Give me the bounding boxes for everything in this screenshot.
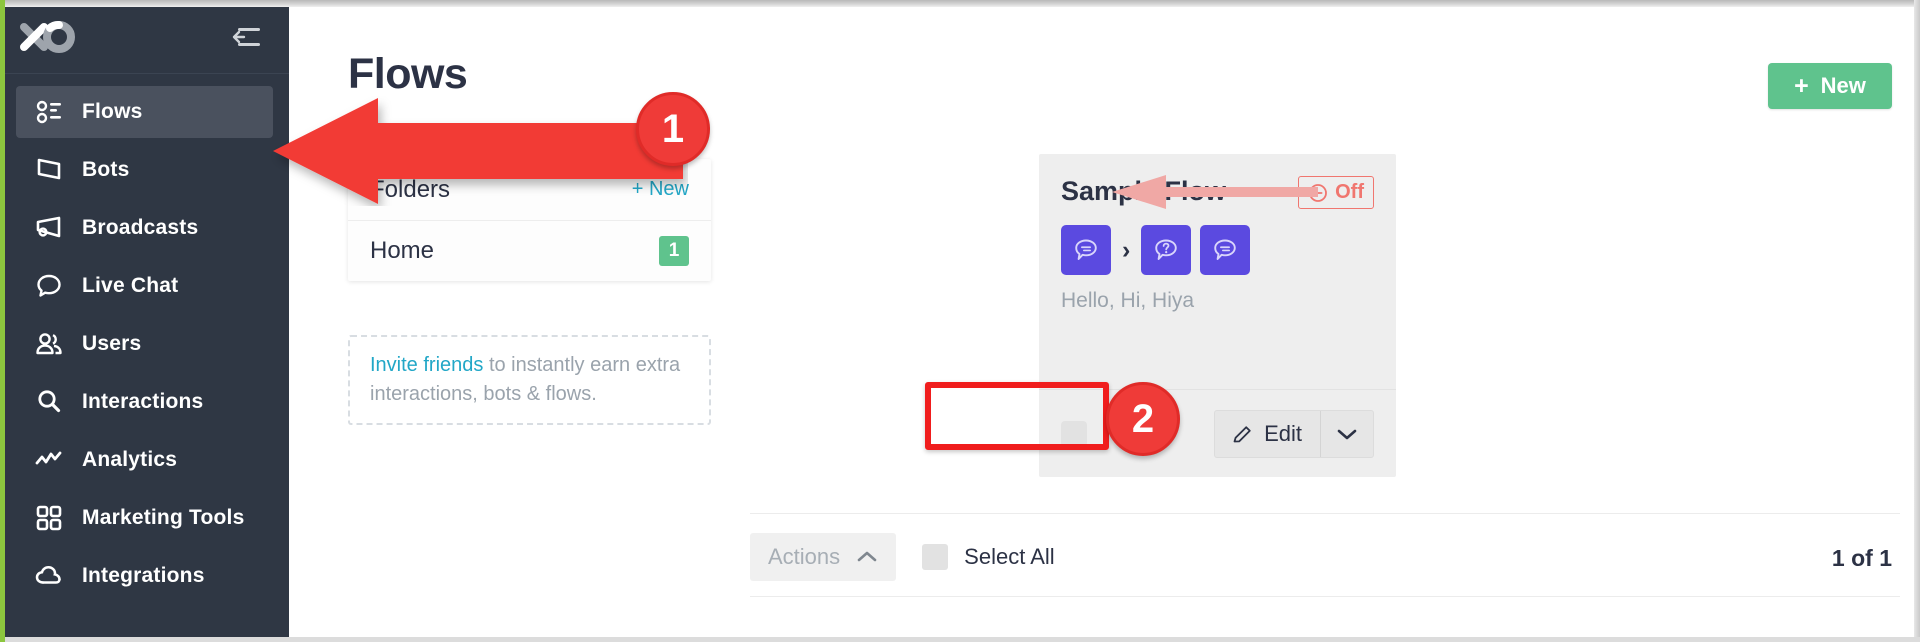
window-top-edge: [0, 0, 1920, 7]
flows-list-icon: [32, 97, 66, 127]
sidebar-item-label: Live Chat: [82, 274, 178, 298]
status-badge-label: Off: [1335, 181, 1364, 204]
sidebar-item-broadcasts[interactable]: Broadcasts: [16, 202, 273, 254]
window-bottom-edge: [0, 637, 1920, 642]
actions-button[interactable]: Actions: [750, 533, 896, 581]
sidebar: Flows Bots Broadcasts: [0, 0, 289, 642]
annotation-badge-1: 1: [636, 92, 710, 166]
flow-title: Sample Flow: [1061, 176, 1226, 207]
flow-card-header: Sample Flow Off: [1039, 154, 1396, 209]
sidebar-item-analytics[interactable]: Analytics: [16, 434, 273, 486]
sidebar-item-flows[interactable]: Flows: [16, 86, 273, 138]
line-chart-icon: [32, 445, 66, 475]
annotation-badge-2: 2: [1106, 382, 1180, 456]
flow-card[interactable]: Sample Flow Off ›: [1039, 154, 1396, 477]
folder-count-badge: 1: [659, 236, 689, 266]
edit-dropdown-button[interactable]: [1321, 411, 1373, 457]
window-left-accent-edge: [0, 0, 5, 642]
sidebar-item-label: Interactions: [82, 390, 203, 414]
sidebar-item-marketing-tools[interactable]: Marketing Tools: [16, 492, 273, 544]
flow-card-footer: Edit: [1039, 389, 1396, 477]
chevron-up-icon: [856, 550, 878, 564]
folder-row-home[interactable]: Home 1: [348, 221, 711, 281]
sidebar-item-integrations[interactable]: Integrations: [16, 550, 273, 602]
sidebar-item-label: Integrations: [82, 564, 205, 588]
annotation-badge-number: 1: [662, 109, 684, 149]
megaphone-icon: [32, 213, 66, 243]
xo-logo-icon[interactable]: [20, 20, 76, 54]
window-right-edge: [1914, 0, 1920, 642]
sidebar-item-label: Broadcasts: [82, 216, 198, 240]
invite-friends-link[interactable]: Invite friends: [370, 354, 483, 376]
flag-icon: [32, 155, 66, 185]
invite-friends-box: Invite friends to instantly earn extra i…: [348, 335, 711, 425]
new-flow-button-label: New: [1821, 73, 1866, 99]
sidebar-item-interactions[interactable]: Interactions: [16, 376, 273, 428]
pencil-icon: [1231, 423, 1253, 445]
message-bubble-icon: [1061, 225, 1111, 275]
folders-heading: Folders: [370, 176, 450, 204]
edit-button-label: Edit: [1264, 421, 1302, 447]
flow-card-checkbox[interactable]: [1061, 421, 1087, 447]
new-folder-link[interactable]: + New: [632, 178, 689, 201]
sidebar-item-label: Users: [82, 332, 141, 356]
annotation-badge-number: 2: [1132, 399, 1154, 439]
sidebar-item-bots[interactable]: Bots: [16, 144, 273, 196]
bottom-divider-bottom: [750, 596, 1900, 597]
bottom-bar: Actions Select All: [750, 530, 1900, 584]
edit-button-group[interactable]: Edit: [1214, 410, 1374, 458]
new-flow-button[interactable]: + New: [1768, 63, 1892, 109]
flow-keywords: Hello, Hi, Hiya: [1039, 275, 1396, 313]
sidebar-nav: Flows Bots Broadcasts: [0, 74, 289, 602]
bottom-divider-top: [750, 513, 1900, 514]
pager-count: 1 of 1: [1832, 545, 1892, 572]
sidebar-item-label: Analytics: [82, 448, 177, 472]
question-bubble-icon: [1141, 225, 1191, 275]
sidebar-item-users[interactable]: Users: [16, 318, 273, 370]
edit-button[interactable]: Edit: [1215, 411, 1321, 457]
plus-icon: +: [1794, 74, 1809, 99]
actions-button-label: Actions: [768, 544, 840, 570]
sidebar-header: [0, 0, 289, 74]
select-all-group[interactable]: Select All: [922, 544, 1055, 570]
grid-squares-icon: [32, 503, 66, 533]
sidebar-item-label: Marketing Tools: [82, 506, 244, 530]
app-root: Flows Bots Broadcasts: [0, 0, 1920, 642]
select-all-label: Select All: [964, 544, 1055, 570]
page-title: Flows: [348, 50, 467, 99]
users-icon: [32, 329, 66, 359]
chevron-down-icon: [1336, 427, 1358, 441]
flow-step-separator: ›: [1122, 238, 1130, 263]
folders-panel: Folders + New Home 1: [348, 159, 711, 281]
message-bubble-icon: [1200, 225, 1250, 275]
select-all-checkbox[interactable]: [922, 544, 948, 570]
flow-step-icons: ›: [1039, 209, 1396, 275]
collapse-sidebar-icon[interactable]: [231, 26, 261, 48]
sidebar-item-label: Bots: [82, 158, 129, 182]
minus-circle-icon: [1308, 183, 1328, 203]
folder-name: Home: [370, 237, 434, 265]
search-icon: [32, 387, 66, 417]
chat-bubble-icon: [32, 271, 66, 301]
main-content: Flows + New Folders + New Home 1 Sample …: [289, 7, 1914, 637]
invite-text: Invite friends to instantly earn extra i…: [370, 351, 689, 409]
cloud-icon: [32, 561, 66, 591]
status-badge[interactable]: Off: [1298, 176, 1374, 209]
sidebar-item-label: Flows: [82, 100, 143, 124]
folders-panel-header: Folders + New: [348, 159, 711, 221]
sidebar-item-live-chat[interactable]: Live Chat: [16, 260, 273, 312]
